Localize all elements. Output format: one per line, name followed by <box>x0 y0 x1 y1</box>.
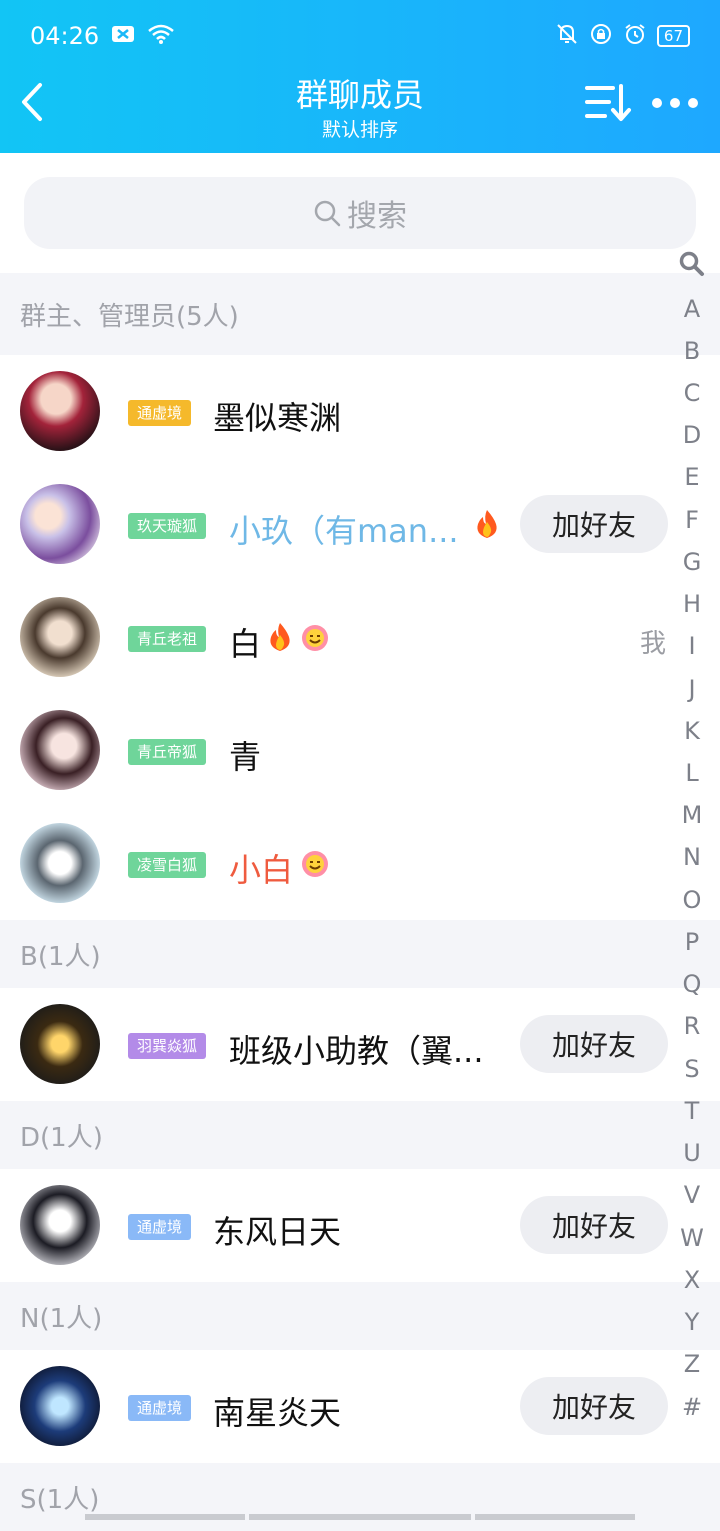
add-friend-button[interactable]: 加好友 <box>520 1015 668 1073</box>
notification-icon <box>111 24 135 48</box>
member-level-badge: 通虚境 <box>128 1395 192 1421</box>
avatar[interactable] <box>20 597 100 677</box>
member-row[interactable]: 玖天璇狐 小玖（有man... 加好友 <box>0 468 720 581</box>
add-friend-button[interactable]: 加好友 <box>520 1196 668 1254</box>
member-level-badge: 凌雪白狐 <box>128 852 207 878</box>
index-letter[interactable]: M <box>670 801 714 829</box>
smile-face-icon <box>300 623 330 657</box>
add-friend-button[interactable]: 加好友 <box>520 495 668 553</box>
member-level-badge: 通虚境 <box>128 400 192 426</box>
avatar[interactable] <box>20 1185 100 1265</box>
add-friend-button[interactable]: 加好友 <box>520 1377 668 1435</box>
index-letter[interactable]: S <box>670 1055 714 1083</box>
index-search-icon[interactable] <box>670 251 714 283</box>
index-letter[interactable]: D <box>670 421 714 449</box>
search-placeholder: 搜索 <box>347 199 407 234</box>
index-letter[interactable]: N <box>670 843 714 871</box>
index-letter[interactable]: Q <box>670 970 714 998</box>
member-level-badge: 青丘老祖 <box>128 626 207 652</box>
status-left: 04:26 <box>30 22 175 50</box>
lock-rotation-icon <box>589 22 613 50</box>
member-name: 墨似寒渊 <box>213 399 342 437</box>
index-letter[interactable]: X <box>670 1266 714 1294</box>
more-dot-icon <box>652 98 662 108</box>
index-letter[interactable]: G <box>670 548 714 576</box>
index-letter[interactable]: Z <box>670 1350 714 1378</box>
member-row[interactable]: 凌雪白狐 小白 <box>0 807 720 920</box>
index-letter[interactable]: O <box>670 886 714 914</box>
index-letter[interactable]: Y <box>670 1308 714 1336</box>
fire-icon <box>265 621 295 657</box>
status-time: 04:26 <box>30 22 100 50</box>
wifi-icon <box>147 23 175 49</box>
index-letter[interactable]: T <box>670 1097 714 1125</box>
avatar[interactable] <box>20 1004 100 1084</box>
more-button[interactable] <box>652 88 698 118</box>
index-letter[interactable]: R <box>670 1012 714 1040</box>
member-level-badge: 青丘帝狐 <box>128 739 207 765</box>
member-row[interactable]: 羽巽焱狐 班级小助教（翼... 加好友 <box>0 988 720 1101</box>
member-row[interactable]: 通虚境 墨似寒渊 <box>0 355 720 468</box>
section-header-admins: 群主、管理员(5人) <box>0 273 720 355</box>
avatar[interactable] <box>20 1366 100 1446</box>
mute-bell-icon <box>555 22 579 50</box>
nav-bar-segment <box>475 1514 635 1520</box>
index-letter[interactable]: A <box>670 295 714 323</box>
me-tag: 我 <box>640 629 667 659</box>
index-letter[interactable]: E <box>670 463 714 491</box>
member-row[interactable]: 青丘老祖 白 我 <box>0 581 720 694</box>
smile-face-icon <box>300 849 330 883</box>
member-name: 小玖（有man... <box>229 512 459 550</box>
status-right: 67 <box>555 22 690 50</box>
sort-button[interactable] <box>583 82 633 124</box>
section-header-n: N(1人) <box>0 1282 720 1350</box>
alarm-icon <box>623 22 647 50</box>
index-letter[interactable]: C <box>670 379 714 407</box>
member-row[interactable]: 青丘帝狐 青 <box>0 694 720 807</box>
index-letter[interactable]: B <box>670 337 714 365</box>
member-level-badge: 羽巽焱狐 <box>128 1033 207 1059</box>
section-header-s: S(1人) <box>0 1463 720 1531</box>
member-name: 小白 <box>229 851 294 889</box>
index-letter[interactable]: V <box>670 1181 714 1209</box>
battery-indicator: 67 <box>656 25 690 47</box>
sort-icon <box>585 84 631 121</box>
top-header: 04:26 67 群聊成员 默认排序 <box>0 0 720 153</box>
search-input[interactable]: 搜索 <box>24 177 696 249</box>
nav-bar-segment <box>85 1514 245 1520</box>
index-letter[interactable]: H <box>670 590 714 618</box>
avatar[interactable] <box>20 371 100 451</box>
avatar[interactable] <box>20 823 100 903</box>
status-bar: 04:26 67 <box>0 0 720 72</box>
member-name: 青 <box>229 738 262 776</box>
member-row[interactable]: 通虚境 南星炎天 加好友 <box>0 1350 720 1463</box>
index-letter[interactable]: F <box>670 506 714 534</box>
member-level-badge: 玖天璇狐 <box>128 513 207 539</box>
avatar[interactable] <box>20 710 100 790</box>
index-letter[interactable]: I <box>670 632 714 660</box>
avatar[interactable] <box>20 484 100 564</box>
search-area: 搜索 <box>0 153 720 273</box>
more-dot-icon <box>670 98 680 108</box>
section-header-b: B(1人) <box>0 920 720 988</box>
member-level-badge: 通虚境 <box>128 1214 192 1240</box>
member-name: 南星炎天 <box>213 1394 342 1432</box>
member-name: 东风日天 <box>213 1213 342 1251</box>
search-icon <box>314 200 341 227</box>
fire-icon <box>472 508 502 544</box>
index-letter[interactable]: # <box>670 1393 714 1421</box>
index-letter[interactable]: W <box>670 1224 714 1252</box>
member-name: 白 <box>229 625 262 663</box>
index-letter[interactable]: J <box>670 675 714 703</box>
index-letter[interactable]: K <box>670 717 714 745</box>
section-header-d: D(1人) <box>0 1101 720 1169</box>
alphabet-index-bar[interactable]: A B C D E F G H I J K L M N O P Q R S T … <box>670 245 714 1435</box>
index-letter[interactable]: L <box>670 759 714 787</box>
member-name: 班级小助教（翼... <box>229 1032 484 1070</box>
member-row[interactable]: 通虚境 东风日天 加好友 <box>0 1169 720 1282</box>
nav-bar-segment <box>249 1514 471 1520</box>
index-letter[interactable]: U <box>670 1139 714 1167</box>
more-dot-icon <box>688 98 698 108</box>
index-letter[interactable]: P <box>670 928 714 956</box>
